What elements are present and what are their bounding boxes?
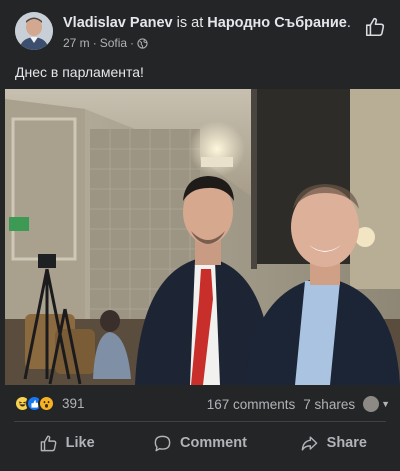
- author-avatar[interactable]: [15, 12, 53, 50]
- meta-separator-2: ·: [130, 36, 135, 50]
- location-name[interactable]: Народно Събрание: [207, 15, 347, 31]
- post-header: Vladislav Panev is at Народно Събрание. …: [0, 0, 400, 58]
- share-icon: [301, 435, 317, 451]
- at-text: is at: [172, 15, 208, 31]
- period: .: [346, 15, 351, 31]
- audience-selector[interactable]: ▼: [363, 396, 390, 412]
- stats-divider: [14, 421, 386, 422]
- author-name[interactable]: Vladislav Panev: [63, 15, 173, 31]
- comment-icon: [154, 435, 171, 451]
- share-button[interactable]: Share: [267, 424, 400, 462]
- post-photo[interactable]: [5, 89, 400, 385]
- like-label: Like: [65, 435, 95, 451]
- post-stats: 391 167 comments 7 shares ▼: [0, 390, 400, 418]
- comments-count[interactable]: 167 comments: [207, 397, 296, 412]
- reaction-summary[interactable]: 391: [14, 395, 85, 412]
- shares-count[interactable]: 7 shares: [303, 397, 355, 412]
- share-label: Share: [326, 435, 367, 451]
- meta-separator: ·: [92, 36, 97, 50]
- post-actions: Like Comment Share: [0, 424, 400, 462]
- like-button[interactable]: Like: [0, 424, 133, 462]
- wow-icon: [38, 395, 55, 412]
- viewer-avatar: [363, 396, 380, 412]
- reaction-count: 391: [62, 396, 85, 411]
- post-text: Днес в парламента!: [15, 64, 144, 80]
- comment-label: Comment: [180, 435, 247, 451]
- post-place[interactable]: Sofia: [100, 36, 127, 50]
- engagement-summary: 167 comments 7 shares ▼: [207, 396, 390, 412]
- post-card: Vladislav Panev is at Народно Събрание. …: [0, 0, 400, 471]
- author-line: Vladislav Panev is at Народно Събрание.: [63, 15, 351, 31]
- post-meta: 27 m · Sofia ·: [63, 36, 148, 50]
- thumbs-up-icon: [40, 435, 57, 451]
- globe-icon: [137, 37, 148, 49]
- caret-down-icon: ▼: [381, 399, 390, 409]
- like-page-icon[interactable]: [364, 16, 386, 38]
- post-time[interactable]: 27 m: [63, 36, 90, 50]
- comment-button[interactable]: Comment: [133, 424, 266, 462]
